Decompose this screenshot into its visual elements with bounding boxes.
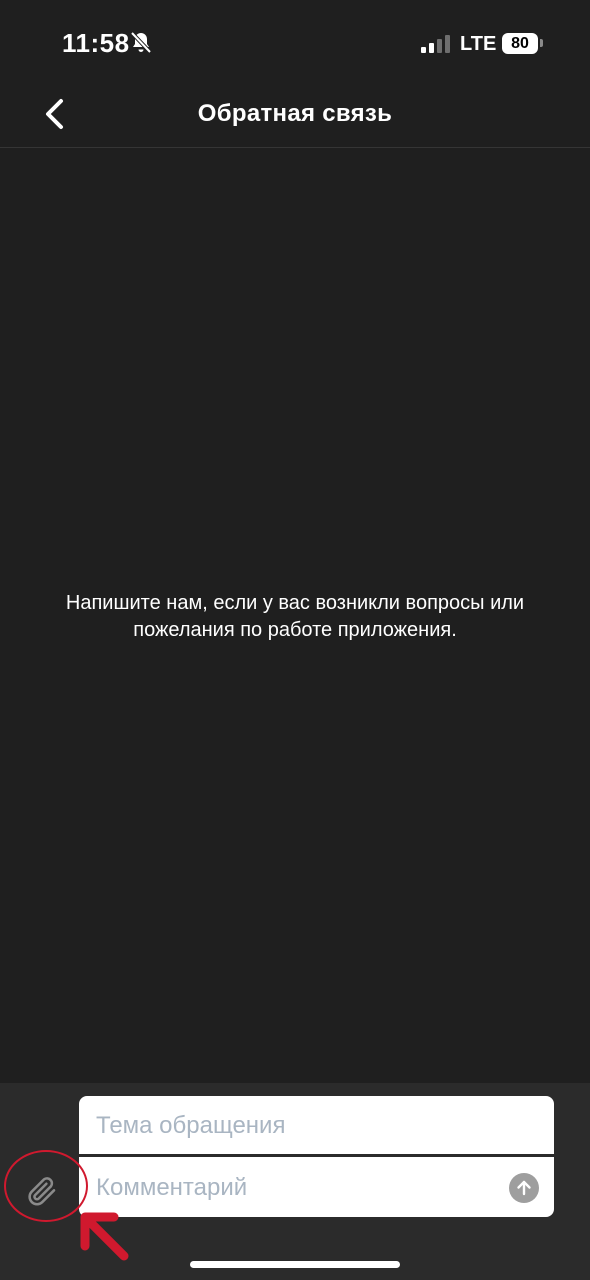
signal-icon (421, 35, 450, 53)
battery-cap (540, 39, 543, 47)
status-time: 11:58 (62, 28, 130, 58)
subject-input[interactable] (79, 1096, 554, 1155)
page-title: Обратная связь (197, 100, 393, 127)
annotation-arrow-icon (80, 1212, 129, 1261)
battery-indicator: 80 (502, 33, 538, 54)
feedback-screen: 11:58 LTE 80 Обратная связь Напишите нам… (0, 0, 590, 1280)
home-indicator (190, 1261, 400, 1268)
network-type: LTE (460, 33, 497, 55)
status-bar: 11:58 LTE 80 (0, 0, 590, 88)
send-button[interactable] (509, 1173, 539, 1203)
input-group (79, 1096, 554, 1217)
bell-slash-icon (130, 31, 152, 54)
comment-input[interactable] (79, 1158, 554, 1217)
battery-level: 80 (511, 34, 529, 52)
empty-state-message: Напишите нам, если у вас возникли вопрос… (65, 592, 525, 641)
input-divider (79, 1154, 554, 1157)
nav-bar: Обратная связь (0, 88, 590, 148)
arrow-up-icon (517, 1180, 531, 1196)
